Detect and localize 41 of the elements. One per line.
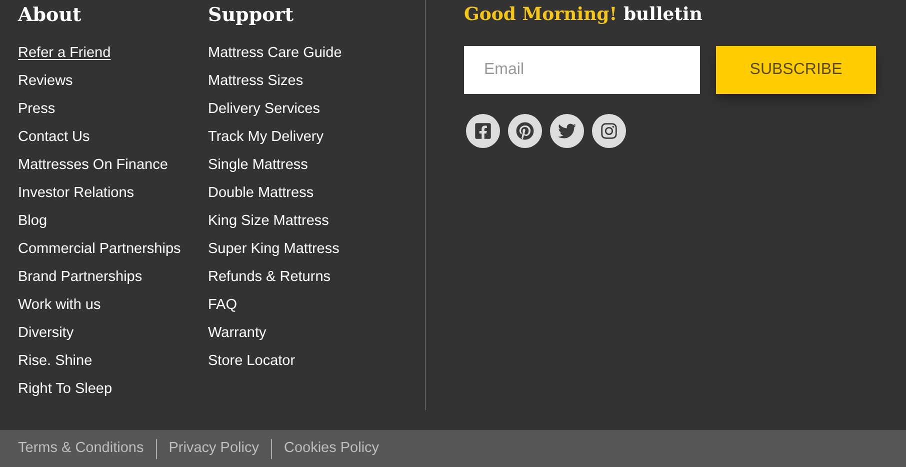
subscribe-button[interactable]: SUBSCRIBE [716, 46, 876, 94]
footer-link[interactable]: Brand Partnerships [18, 267, 142, 289]
footer-link[interactable]: Delivery Services [208, 99, 320, 121]
footer-link[interactable]: Commercial Partnerships [18, 239, 181, 261]
social-button[interactable] [550, 114, 584, 148]
footer-link[interactable]: Super King Mattress [208, 239, 340, 261]
twitter-icon [558, 122, 576, 140]
footer-link[interactable]: Reviews [18, 71, 73, 93]
footer-link[interactable]: FAQ [208, 295, 238, 317]
column-heading: Support [208, 3, 294, 28]
social-button[interactable] [592, 114, 626, 148]
footer-link[interactable]: Store Locator [208, 351, 296, 373]
footer-link[interactable]: Refunds & Returns [208, 267, 331, 289]
footer-link[interactable]: Rise. Shine [18, 351, 92, 373]
footer-link[interactable]: Blog [18, 211, 48, 233]
facebook-icon [474, 122, 492, 140]
footer-link[interactable]: Mattress Care Guide [208, 43, 342, 65]
footer-link[interactable]: Warranty [208, 323, 266, 345]
legal-link[interactable]: Privacy Policy [168, 438, 259, 460]
footer-link[interactable]: Contact Us [18, 127, 90, 149]
footer-link[interactable]: Track My Delivery [208, 127, 324, 149]
footer-link[interactable]: Press [18, 99, 56, 121]
social-button[interactable] [466, 114, 500, 148]
footer-link[interactable]: Mattress Sizes [208, 71, 304, 93]
footer-link[interactable]: Single Mattress [208, 155, 308, 177]
footer-link[interactable]: Diversity [18, 323, 74, 345]
instagram-icon [600, 122, 618, 140]
email-field[interactable]: Email [464, 46, 700, 94]
legal-link[interactable]: Cookies Policy [284, 438, 380, 460]
column-heading: About [18, 3, 82, 28]
footer-link[interactable]: Work with us [18, 295, 101, 317]
footer-link[interactable]: Mattresses On Finance [18, 155, 168, 177]
footer-link[interactable]: Right To Sleep [18, 379, 112, 401]
pinterest-icon [516, 122, 534, 140]
footer-link[interactable]: Refer a Friend [18, 43, 111, 65]
legal-link[interactable]: Terms & Conditions [18, 438, 144, 460]
footer-link[interactable]: King Size Mattress [208, 211, 329, 233]
footer-link[interactable]: Investor Relations [18, 183, 134, 205]
social-button[interactable] [508, 114, 542, 148]
bulletin-title: Good Morning! bulletin [464, 3, 704, 27]
footer-link[interactable]: Double Mattress [208, 183, 314, 205]
